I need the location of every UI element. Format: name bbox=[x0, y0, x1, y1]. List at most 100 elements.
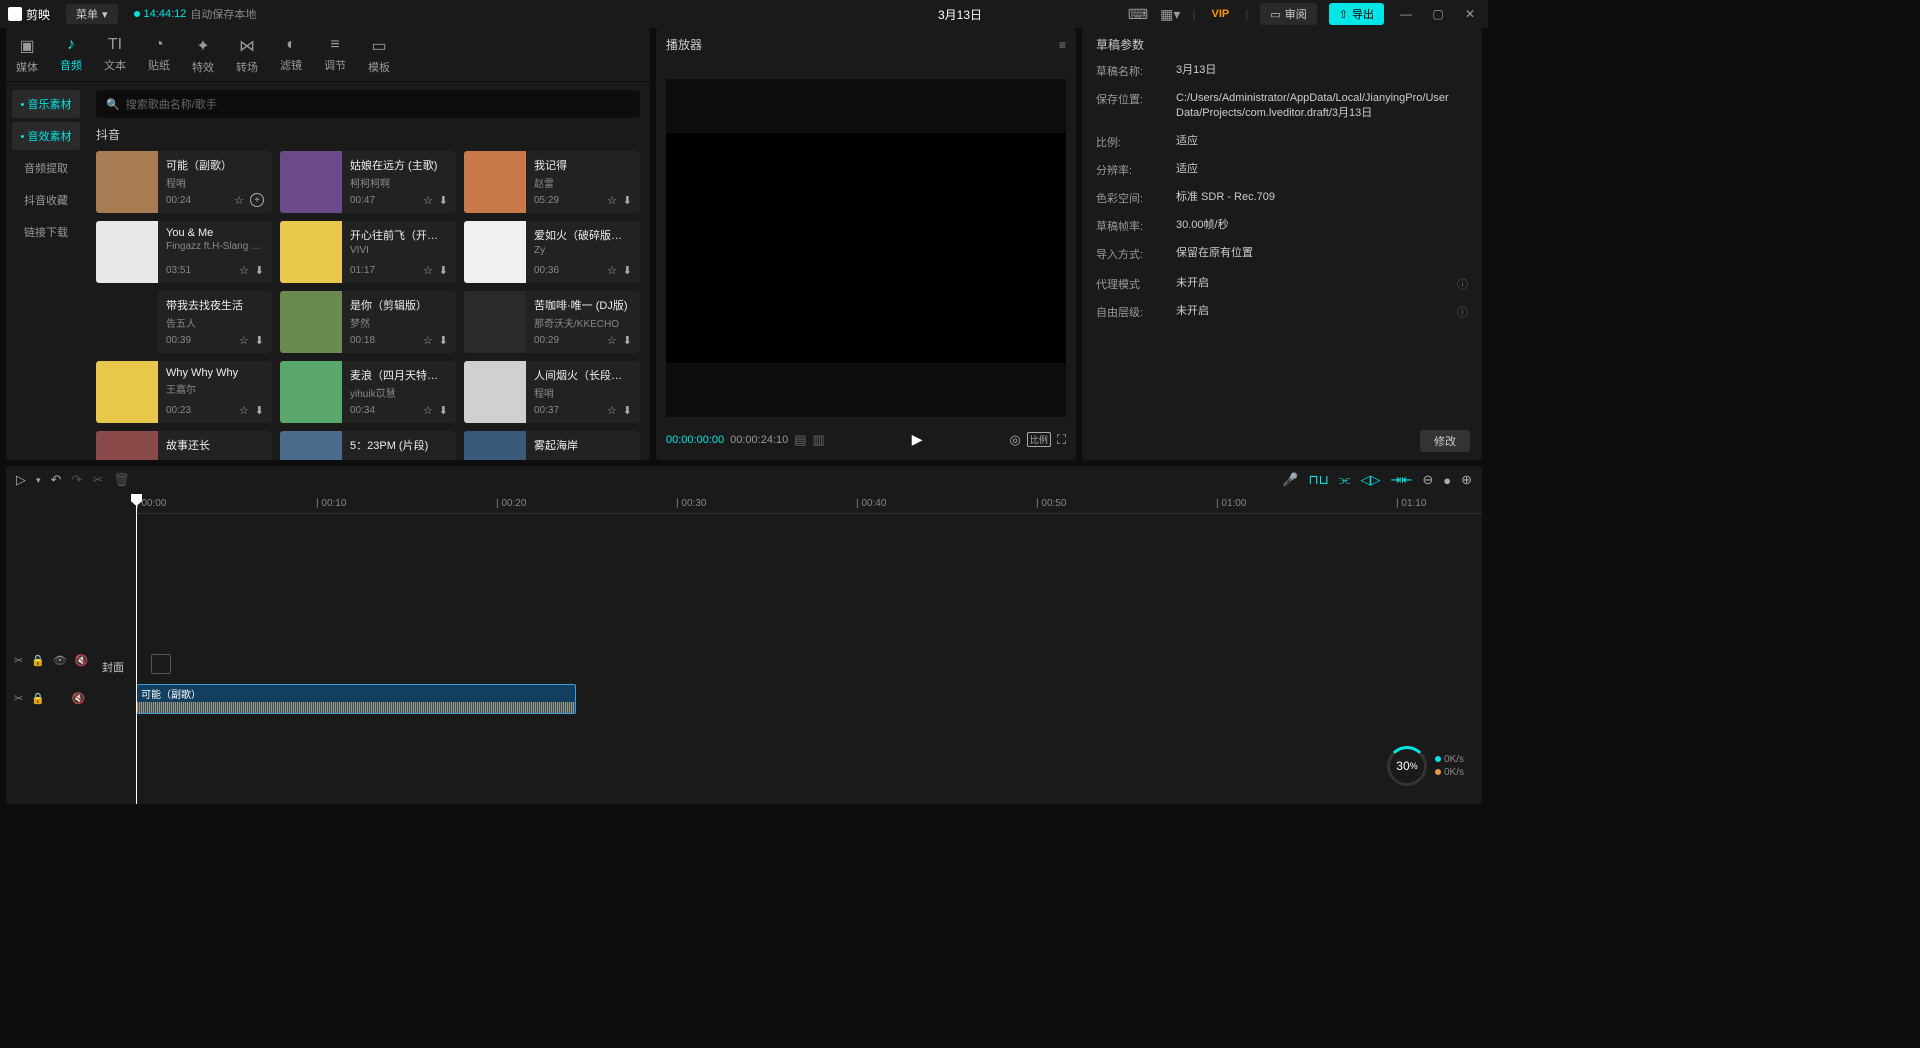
music-card[interactable]: 是你（剪辑版） 梦然 00:18 ☆ ⬇ bbox=[280, 291, 456, 353]
download-icon[interactable]: ⬇ bbox=[439, 334, 448, 347]
music-card[interactable]: 麦浪（四月天特别版） yihuik苡慧 00:34 ☆ ⬇ bbox=[280, 361, 456, 423]
delete-icon[interactable]: 🗑 bbox=[113, 472, 130, 488]
export-button[interactable]: ⇧ 导出 bbox=[1329, 3, 1384, 25]
chevron-down-icon[interactable]: ▾ bbox=[36, 475, 41, 486]
download-icon[interactable]: ⬇ bbox=[623, 404, 632, 417]
asset-tab-文本[interactable]: TI文本 bbox=[102, 32, 128, 81]
music-card[interactable]: 苦咖啡·唯一 (DJ版) 那奇沃夫/KKECHO 00:29 ☆ ⬇ bbox=[464, 291, 640, 353]
zoom-in-icon[interactable]: ⊕ bbox=[1461, 472, 1472, 488]
slider-icon[interactable]: ● bbox=[1443, 473, 1451, 488]
music-card[interactable]: 带我去找夜生活 告五人 00:39 ☆ ⬇ bbox=[96, 291, 272, 353]
sidebar-item-3[interactable]: 抖音收藏 bbox=[12, 186, 80, 214]
asset-tab-转场[interactable]: ⋈转场 bbox=[234, 32, 260, 81]
split-icon[interactable]: ✂ bbox=[92, 472, 103, 488]
close-button[interactable]: ✕ bbox=[1460, 7, 1480, 21]
star-icon[interactable]: ☆ bbox=[239, 264, 249, 277]
download-icon[interactable]: ⬇ bbox=[255, 404, 264, 417]
player-menu-icon[interactable]: ≡ bbox=[1059, 38, 1066, 52]
info-icon[interactable]: ⓘ bbox=[1457, 304, 1468, 320]
music-card[interactable]: 姑娘在远方 (主歌) 柯柯柯啊 00:47 ☆ ⬇ bbox=[280, 151, 456, 213]
player-viewport[interactable] bbox=[666, 79, 1066, 417]
star-icon[interactable]: ☆ bbox=[423, 264, 433, 277]
menu-button[interactable]: 菜单 ▾ bbox=[66, 4, 118, 24]
minimize-button[interactable]: — bbox=[1396, 7, 1416, 21]
zoom-out-icon[interactable]: ⊖ bbox=[1422, 472, 1433, 488]
sidebar-item-4[interactable]: 链接下载 bbox=[12, 218, 80, 246]
download-icon[interactable]: ⬇ bbox=[255, 264, 264, 277]
star-icon[interactable]: ☆ bbox=[423, 404, 433, 417]
music-card[interactable]: You & Me Fingazz ft.H-Slang & Choco 03:5… bbox=[96, 221, 272, 283]
music-card[interactable]: 爱如火（破碎版）- Zy Zy 00:36 ☆ ⬇ bbox=[464, 221, 640, 283]
redo-icon[interactable]: ↷ bbox=[71, 472, 82, 488]
list-icon[interactable]: ▤ bbox=[794, 432, 806, 448]
download-icon[interactable]: ⬇ bbox=[439, 194, 448, 207]
sidebar-item-1[interactable]: • 音效素材 bbox=[12, 122, 80, 150]
list-icon-2[interactable]: ▥ bbox=[813, 432, 825, 448]
download-icon[interactable]: ⬇ bbox=[439, 404, 448, 417]
star-icon[interactable]: ☆ bbox=[423, 194, 433, 207]
eye-icon[interactable]: 👁 bbox=[53, 654, 67, 667]
pointer-tool-icon[interactable]: ▷ bbox=[16, 472, 26, 488]
music-card[interactable]: 雾起海岸 ☆ ⬇ bbox=[464, 431, 640, 460]
star-icon[interactable]: ☆ bbox=[234, 194, 244, 207]
music-card[interactable]: 开心往前飞（开心超人联盟主题曲） VIVI 01:17 ☆ ⬇ bbox=[280, 221, 456, 283]
undo-icon[interactable]: ↶ bbox=[51, 472, 62, 488]
asset-tab-媒体[interactable]: ▣媒体 bbox=[14, 32, 40, 81]
asset-tab-模板[interactable]: ▭模板 bbox=[366, 32, 392, 81]
playhead[interactable] bbox=[136, 494, 137, 804]
sidebar-item-0[interactable]: • 音乐素材 bbox=[12, 90, 80, 118]
asset-tab-调节[interactable]: ≡调节 bbox=[322, 32, 348, 81]
time-ruler[interactable]: | 00:00| 00:10| 00:20| 00:30| 00:40| 00:… bbox=[136, 494, 1482, 514]
modify-button[interactable]: 修改 bbox=[1420, 430, 1470, 452]
ratio-button[interactable]: 比例 bbox=[1027, 432, 1051, 447]
magnet-icon[interactable]: ⊓⊔ bbox=[1309, 472, 1329, 488]
asset-tab-特效[interactable]: ✦特效 bbox=[190, 32, 216, 81]
music-card[interactable]: 故事还长 ☆ ⬇ bbox=[96, 431, 272, 460]
tab-icon: TI bbox=[108, 36, 122, 54]
asset-tab-滤镜[interactable]: ◐滤镜 bbox=[278, 32, 304, 81]
star-icon[interactable]: ☆ bbox=[423, 334, 433, 347]
music-card[interactable]: 可能（副歌） 程哨 00:24 ☆ + bbox=[96, 151, 272, 213]
star-icon[interactable]: ☆ bbox=[239, 334, 249, 347]
focus-icon[interactable]: ◎ bbox=[1010, 432, 1021, 448]
lock-icon[interactable]: 🔒 bbox=[31, 692, 45, 705]
keyboard-icon[interactable]: ⌨ bbox=[1128, 6, 1148, 23]
download-icon[interactable]: ⬇ bbox=[623, 264, 632, 277]
cut-icon[interactable]: ✂ bbox=[14, 654, 23, 667]
cut-icon[interactable]: ✂ bbox=[14, 692, 23, 705]
fullscreen-icon[interactable]: ⛶ bbox=[1057, 432, 1066, 448]
search-input[interactable]: 🔍 搜索歌曲名称/歌手 bbox=[96, 90, 640, 118]
layout-icon[interactable]: ▦▾ bbox=[1160, 6, 1180, 23]
download-icon[interactable]: ⬇ bbox=[439, 264, 448, 277]
maximize-button[interactable]: ▢ bbox=[1428, 7, 1448, 21]
star-icon[interactable]: ☆ bbox=[607, 334, 617, 347]
music-card[interactable]: 人间烟火（长段落） 程哨 00:37 ☆ ⬇ bbox=[464, 361, 640, 423]
mute-icon[interactable]: 🔇 bbox=[72, 692, 86, 705]
lock-icon[interactable]: 🔒 bbox=[31, 654, 45, 667]
sidebar-item-2[interactable]: 音频提取 bbox=[12, 154, 80, 182]
star-icon[interactable]: ☆ bbox=[607, 194, 617, 207]
star-icon[interactable]: ☆ bbox=[239, 404, 249, 417]
asset-tab-音频[interactable]: ♪音频 bbox=[58, 32, 84, 81]
download-icon[interactable]: ⬇ bbox=[623, 334, 632, 347]
info-icon[interactable]: ⓘ bbox=[1457, 276, 1468, 292]
download-icon[interactable]: ⬇ bbox=[255, 334, 264, 347]
mute-icon[interactable]: 🔇 bbox=[75, 654, 89, 667]
snap-icon[interactable]: ⇥⇤ bbox=[1391, 472, 1413, 488]
review-button[interactable]: ▭ 审阅 bbox=[1260, 3, 1316, 25]
add-icon[interactable]: + bbox=[250, 193, 264, 207]
mic-icon[interactable]: 🎤 bbox=[1282, 472, 1298, 488]
download-icon[interactable]: ⬇ bbox=[623, 194, 632, 207]
music-card[interactable]: 我记得 赵雷 05:29 ☆ ⬇ bbox=[464, 151, 640, 213]
link-icon[interactable]: ⫘ bbox=[1339, 472, 1351, 488]
cover-thumbnail[interactable] bbox=[151, 654, 171, 674]
star-icon[interactable]: ☆ bbox=[607, 264, 617, 277]
vip-badge[interactable]: VIP bbox=[1208, 6, 1234, 22]
play-button[interactable]: ▶ bbox=[912, 431, 923, 448]
preview-icon[interactable]: ◁▷ bbox=[1361, 472, 1381, 488]
audio-clip[interactable]: 可能（副歌） bbox=[136, 684, 576, 714]
music-card[interactable]: Why Why Why 王嘉尔 00:23 ☆ ⬇ bbox=[96, 361, 272, 423]
asset-tab-贴纸[interactable]: ◔贴纸 bbox=[146, 32, 172, 81]
star-icon[interactable]: ☆ bbox=[607, 404, 617, 417]
music-card[interactable]: 5：23PM (片段) ☆ ⬇ bbox=[280, 431, 456, 460]
